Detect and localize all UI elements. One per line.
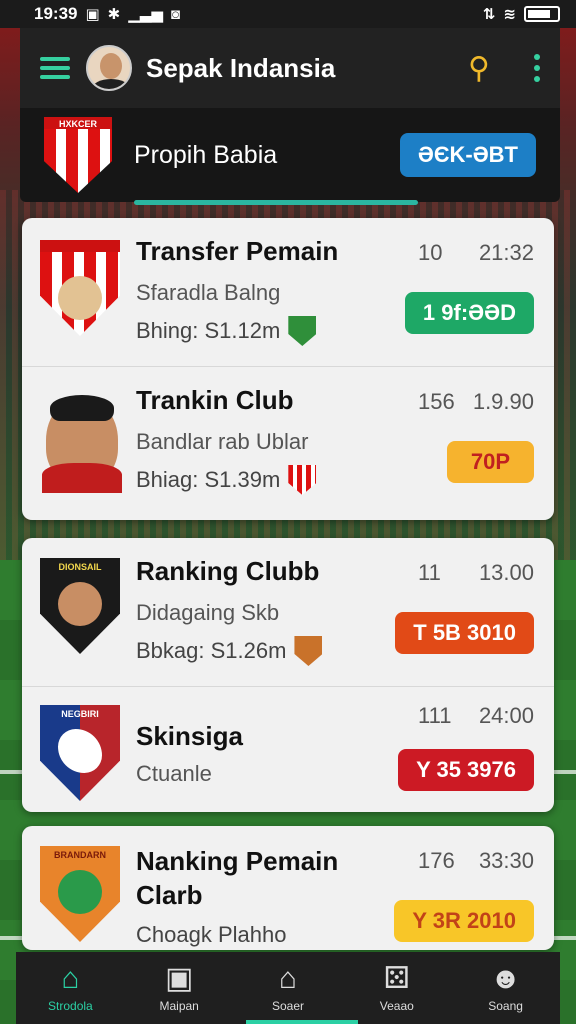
mini-club-badge-icon xyxy=(288,316,317,346)
item-subtitle: Didagaing Skb xyxy=(136,600,280,625)
nav-label: Soaer xyxy=(271,999,304,1013)
item-detail-text: Bbkag: S1.26m xyxy=(136,638,287,663)
home-icon: ⌂ xyxy=(61,962,80,995)
item-stat: 11 xyxy=(418,560,441,585)
item-stat: 10 xyxy=(418,240,443,265)
item-detail: Bbkag: S1.26m xyxy=(136,636,323,666)
wifi-icon: ≋ xyxy=(503,6,516,23)
active-tab-indicator xyxy=(245,1020,358,1024)
item-stat: 156 xyxy=(418,389,455,414)
list-card: Transfer Pemain Sfaradla Balng Bhing: S1… xyxy=(22,218,554,520)
item-time: 21:32 xyxy=(478,240,534,265)
club-shield-logo: BRANDARN xyxy=(40,846,120,942)
avatar[interactable] xyxy=(86,45,132,91)
banner-button[interactable]: ƏЄK-ƏBT xyxy=(399,133,536,177)
club-shield-logo xyxy=(40,240,120,336)
item-stat: 111 xyxy=(418,703,452,728)
mini-club-badge-icon xyxy=(288,465,317,495)
settings-icon: ✱ xyxy=(107,6,121,23)
list-item[interactable]: Trankin Club Bandlar rab Ublar Bhiag: S1… xyxy=(22,366,554,514)
gamepad-icon: ⚄ xyxy=(383,962,410,995)
battery-icon xyxy=(524,6,560,22)
item-title-line2: Clarb xyxy=(136,880,203,910)
user-icon: ☻ xyxy=(489,962,522,995)
hamburger-menu-icon[interactable] xyxy=(40,57,70,79)
player-photo xyxy=(42,395,122,493)
vibrate-icon: ⇅ xyxy=(482,6,496,23)
status-time: 19:39 xyxy=(34,4,78,23)
item-stat: 176 xyxy=(418,848,455,873)
house-icon: ⌂ xyxy=(278,962,298,995)
shield-text: NEGBIRI xyxy=(61,709,99,719)
signal-icon: ▁▃▅ xyxy=(128,6,163,23)
status-pill[interactable]: 70P xyxy=(446,441,534,483)
rooster-icon xyxy=(58,870,102,914)
app-title: Sepak Indansia xyxy=(146,52,336,83)
club-banner: HXKCER Propih Babia ƏЄK-ƏBT xyxy=(20,108,560,205)
status-pill[interactable]: Y 3R 2010 xyxy=(394,900,534,942)
item-detail-text: Choagk Plahho xyxy=(136,922,287,947)
mini-club-badge-icon xyxy=(294,636,323,666)
more-options-icon[interactable] xyxy=(534,54,540,82)
list-item[interactable]: BRANDARN Nanking Pemain Clarb Choagk Pla… xyxy=(22,826,554,950)
list-card: DIONSAIL Ranking Clubb Didagaing Skb Bbk… xyxy=(22,538,554,812)
shirt-icon: ▣ xyxy=(165,962,194,995)
status-bar: 19:39 ▣ ✱ ▁▃▅ ◙ ⇅ ≋ xyxy=(0,0,576,28)
shield-text: HXKCER xyxy=(58,119,97,129)
item-detail-text: Bhing: S1.12m xyxy=(136,318,281,343)
notification-icon: ▣ xyxy=(85,6,100,23)
mascot-icon xyxy=(58,276,102,320)
item-title: Nanking Pemain xyxy=(136,846,339,876)
item-time: 24:00 xyxy=(478,703,534,728)
player-face-icon xyxy=(58,582,102,626)
list-item[interactable]: Transfer Pemain Sfaradla Balng Bhing: S1… xyxy=(22,218,554,366)
status-pill[interactable]: 1 9f:ƏƏD xyxy=(404,292,534,334)
banner-underline xyxy=(134,200,418,205)
item-time: 33:30 xyxy=(478,848,534,873)
nav-item-jersey[interactable]: ▣ Maipan xyxy=(129,952,229,1024)
status-pill[interactable]: Y 35 3976 xyxy=(398,749,534,791)
club-shield-logo: DIONSAIL xyxy=(40,558,120,654)
nav-item-home[interactable]: ⌂ Strodola xyxy=(20,952,120,1024)
club-shield-logo: HXKCER xyxy=(44,117,112,193)
item-detail: Choagk Plahho xyxy=(136,922,286,948)
item-detail: Bhing: S1.12m xyxy=(136,316,317,346)
item-subtitle: Ctuanle xyxy=(136,761,212,786)
item-title: Ranking Clubb xyxy=(136,556,320,586)
list-card: BRANDARN Nanking Pemain Clarb Choagk Pla… xyxy=(22,826,554,950)
nav-item-profile[interactable]: ☻ Soang xyxy=(456,952,556,1024)
club-shield-logo: NEGBIRI xyxy=(40,705,120,801)
nav-label: Maipan xyxy=(159,999,199,1013)
list-item[interactable]: NEGBIRI Skinsiga Ctuanle 111 24:00 Y 35 … xyxy=(22,686,554,812)
bottom-navigation: ⌂ Strodola ▣ Maipan ⌂ Soaer ⚄ Veaao ☻ So… xyxy=(16,952,560,1024)
item-time: 13.00 xyxy=(478,560,534,585)
club-name: Propih Babia xyxy=(134,140,278,169)
item-subtitle: Bandlar rab Ublar xyxy=(136,429,309,454)
nav-label: Veaao xyxy=(379,999,414,1013)
item-detail-text: Bhiag: S1.39m xyxy=(136,467,281,492)
item-time: 1.9.90 xyxy=(472,389,534,414)
nav-label: Soang xyxy=(488,999,523,1013)
nav-label: Strodola xyxy=(48,999,93,1013)
status-pill[interactable]: T 5B 3010 xyxy=(395,612,534,654)
app-header: Sepak Indansia ⚲ xyxy=(20,28,560,108)
item-title: Transfer Pemain xyxy=(136,236,339,266)
nav-item-soccer[interactable]: ⌂ Soaer xyxy=(238,952,358,1024)
list-item[interactable]: DIONSAIL Ranking Clubb Didagaing Skb Bbk… xyxy=(22,538,554,686)
item-title: Trankin Club xyxy=(136,385,294,415)
camera-icon: ◙ xyxy=(170,5,180,23)
shield-text: DIONSAIL xyxy=(58,562,102,572)
item-title: Skinsiga xyxy=(136,721,243,751)
nav-item-games[interactable]: ⚄ Veaao xyxy=(347,952,447,1024)
item-subtitle: Sfaradla Balng xyxy=(136,280,281,305)
shield-text: BRANDARN xyxy=(54,850,106,860)
eagle-icon xyxy=(58,729,102,773)
search-icon[interactable]: ⚲ xyxy=(468,51,490,86)
item-detail: Bhiag: S1.39m xyxy=(136,465,317,495)
